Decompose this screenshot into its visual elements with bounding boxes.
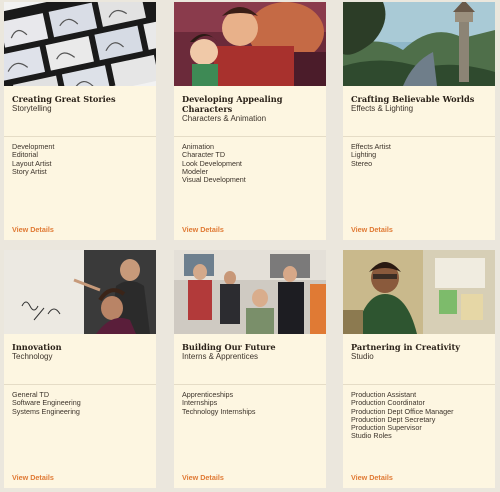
role-item[interactable]: Lighting (351, 150, 491, 159)
interns-group-image[interactable] (174, 250, 326, 334)
view-details-link[interactable]: View Details (12, 225, 54, 234)
view-details-link[interactable]: View Details (182, 473, 224, 482)
tower-landscape-image[interactable] (343, 2, 495, 86)
card-title-text: Innovation (12, 342, 62, 352)
card-subtitle: Storytelling (12, 104, 52, 113)
view-details-link[interactable]: View Details (12, 473, 54, 482)
role-item[interactable]: Systems Engineering (12, 407, 152, 416)
card-studio[interactable]: Partnering in Creativity Studio Producti… (343, 250, 495, 488)
divider (4, 384, 156, 385)
card-title: Innovation Technology (12, 342, 152, 362)
card-characters-animation[interactable]: Developing Appealing Characters Characte… (174, 2, 326, 240)
view-details-link[interactable]: View Details (182, 225, 224, 234)
studio-office-image[interactable] (343, 250, 495, 334)
divider (4, 136, 156, 137)
card-subtitle: Effects & Lighting (351, 104, 414, 113)
divider (174, 384, 326, 385)
view-details-link[interactable]: View Details (351, 473, 393, 482)
role-list: Development Editorial Layout Artist Stor… (12, 142, 152, 176)
view-details-link[interactable]: View Details (351, 225, 393, 234)
card-title-text: Crafting Believable Worlds (351, 94, 475, 104)
card-title: Partnering in Creativity Studio (351, 342, 491, 362)
card-title-text: Building Our Future (182, 342, 276, 352)
whiteboard-team-image[interactable] (4, 250, 156, 334)
card-title: Creating Great Stories Storytelling (12, 94, 152, 114)
role-list: Production Assistant Production Coordina… (351, 390, 491, 441)
role-list: Effects Artist Lighting Stereo (351, 142, 491, 168)
role-item[interactable]: Studio Roles (351, 432, 491, 441)
role-list: Apprenticeships Internships Technology I… (182, 390, 322, 416)
card-subtitle: Characters & Animation (182, 114, 267, 123)
card-title-text: Developing Appealing Characters (182, 94, 283, 114)
card-storytelling[interactable]: Creating Great Stories Storytelling Deve… (4, 2, 156, 240)
role-list: General TD Software Engineering Systems … (12, 390, 152, 416)
card-effects-lighting[interactable]: Crafting Believable Worlds Effects & Lig… (343, 2, 495, 240)
card-subtitle: Interns & Apprentices (182, 352, 259, 361)
card-technology[interactable]: Innovation Technology General TD Softwar… (4, 250, 156, 488)
card-interns-apprentices[interactable]: Building Our Future Interns & Apprentice… (174, 250, 326, 488)
card-title: Developing Appealing Characters Characte… (182, 94, 322, 124)
role-item[interactable]: Stereo (351, 159, 491, 168)
careers-grid: Creating Great Stories Storytelling Deve… (0, 0, 500, 492)
card-subtitle: Technology (12, 352, 53, 361)
card-title-text: Partnering in Creativity (351, 342, 461, 352)
role-list: Animation Character TD Look Development … (182, 142, 322, 184)
card-title: Building Our Future Interns & Apprentice… (182, 342, 322, 362)
characters-image[interactable] (174, 2, 326, 86)
card-subtitle: Studio (351, 352, 374, 361)
card-title: Crafting Believable Worlds Effects & Lig… (351, 94, 491, 114)
card-title-text: Creating Great Stories (12, 94, 116, 104)
divider (343, 136, 495, 137)
role-item[interactable]: Technology Internships (182, 407, 322, 416)
storyboard-image[interactable] (4, 2, 156, 86)
divider (343, 384, 495, 385)
divider (174, 136, 326, 137)
role-item[interactable]: Visual Development (182, 175, 322, 184)
role-item[interactable]: Story Artist (12, 167, 152, 176)
